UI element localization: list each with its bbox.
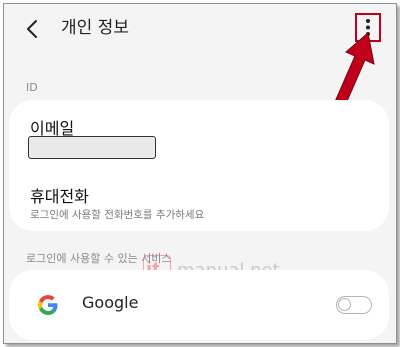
page-title: 개인 정보 (61, 18, 129, 38)
google-toggle[interactable] (336, 296, 372, 314)
services-card: Google (9, 270, 389, 340)
services-section-label: 로그인에 사용할 수 있는 서비스 (26, 252, 172, 265)
phone-screen: 개인 정보 ID 이메일 it manual.net 휴대전화 로그인에 사용할… (3, 3, 397, 344)
phone-label[interactable]: 휴대전화 (30, 183, 89, 207)
toggle-knob (338, 298, 351, 311)
phone-hint: 로그인에 사용할 전화번호를 추가하세요 (30, 209, 205, 221)
id-card: 이메일 it manual.net 휴대전화 로그인에 사용할 전화번호를 추가… (9, 100, 389, 286)
google-label: Google (82, 293, 139, 312)
google-g-icon (38, 295, 58, 315)
id-section-label: ID (26, 81, 38, 94)
email-value-redacted[interactable] (28, 136, 156, 159)
back-icon[interactable] (20, 16, 46, 42)
